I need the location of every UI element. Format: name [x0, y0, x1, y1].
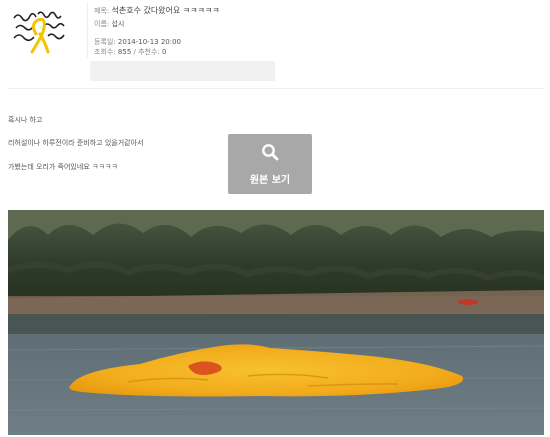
lake-duck-photo[interactable]	[8, 210, 544, 435]
post-date: 2014-10-13 20:00	[117, 38, 182, 46]
yellow-ribbon-logo	[8, 4, 80, 66]
view-original-label: 원본 보기	[249, 175, 291, 186]
recommend-count: 0	[162, 48, 167, 56]
content-divider	[8, 88, 544, 89]
name-label: 이름	[94, 20, 107, 28]
title-row: 제목: 석촌호수 갔다왔어요 ㅋㅋㅋㅋㅋ	[94, 7, 220, 15]
title-label: 제목	[94, 7, 107, 15]
recommend-label: 추천수	[138, 48, 158, 56]
views-count: 855	[117, 48, 132, 56]
post-title: 석촌호수 갔다왔어요 ㅋㅋㅋㅋㅋ	[111, 6, 220, 15]
date-label: 등록일	[94, 38, 114, 46]
body-line-1: 혹시나 하고	[8, 116, 43, 124]
views-label: 조회수	[94, 48, 114, 56]
body-line-3: 가봤는데 오리가 죽어있네요 ㅋㅋㅋㅋ	[8, 163, 118, 171]
body-line-2: 리허설이나 하루전이라 준비하고 있을거같아서	[8, 139, 144, 147]
post-header: 제목: 석촌호수 갔다왔어요 ㅋㅋㅋㅋㅋ 이름: 섭시 등록일: 2014-10…	[0, 0, 550, 88]
name-row: 이름: 섭시	[94, 20, 125, 28]
header-divider	[87, 2, 88, 58]
blurred-region	[90, 61, 275, 81]
date-row: 등록일: 2014-10-13 20:00	[94, 38, 182, 46]
magnifier-icon	[262, 144, 279, 161]
author-name: 섭시	[111, 20, 125, 28]
view-original-button[interactable]: 원본 보기	[228, 134, 312, 194]
stats-row: 조회수: 855 / 추천수: 0	[94, 48, 167, 56]
